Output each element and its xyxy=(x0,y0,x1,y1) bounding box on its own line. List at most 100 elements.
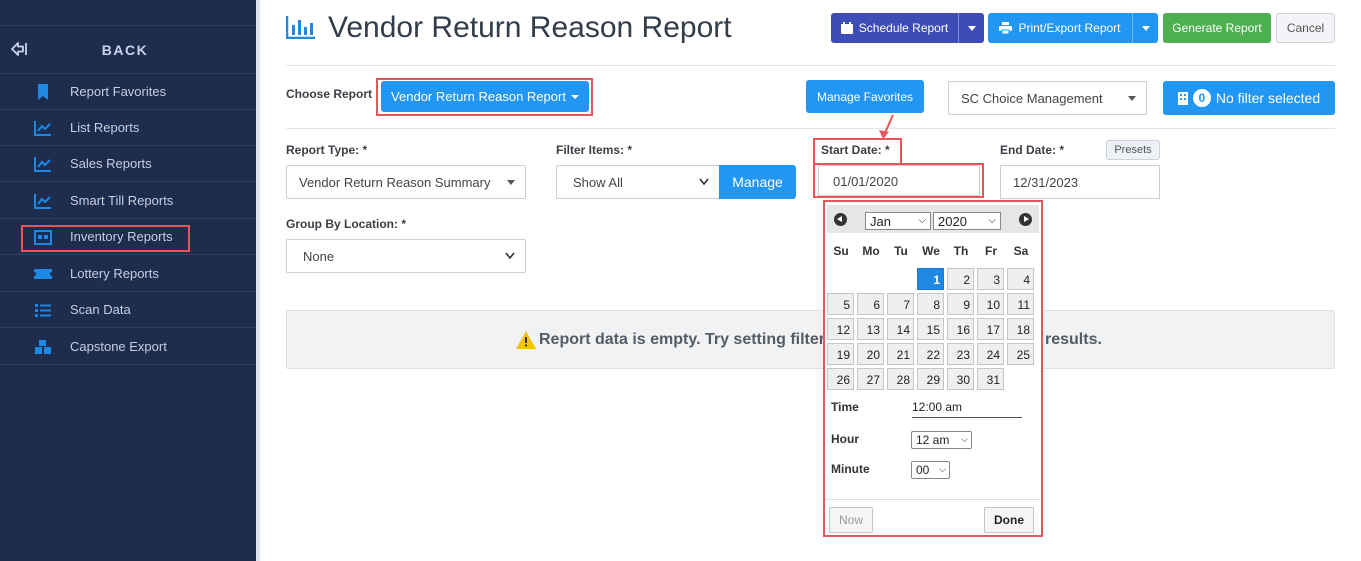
line-chart-icon xyxy=(34,121,51,136)
chevron-down-icon: ⌵ xyxy=(918,215,926,226)
print-export-label: Print/Export Report xyxy=(1018,21,1121,35)
ticket-icon xyxy=(34,269,52,279)
filter-count-badge: 0 xyxy=(1192,89,1211,107)
minute-select[interactable]: 00 ⌵ xyxy=(911,461,950,479)
line-chart-icon xyxy=(34,157,51,172)
calendar-day[interactable]: 27 xyxy=(857,368,884,390)
chevron-down-icon xyxy=(1141,25,1150,31)
calendar-day[interactable]: 6 xyxy=(857,293,884,315)
calendar-day[interactable]: 29 xyxy=(917,368,944,390)
calendar-day[interactable]: 16 xyxy=(947,318,974,340)
sidebar-item-list-reports[interactable]: List Reports xyxy=(0,110,256,146)
manage-favorites-label: Manage Favorites xyxy=(816,89,914,104)
sidebar-item-lottery-reports[interactable]: Lottery Reports xyxy=(0,256,256,292)
divider xyxy=(825,499,1041,500)
calendar-day[interactable]: 11 xyxy=(1007,293,1034,315)
sidebar-item-report-favorites[interactable]: Report Favorites xyxy=(0,74,256,110)
calendar-day[interactable]: 12 xyxy=(827,318,854,340)
calendar-day[interactable]: 21 xyxy=(887,343,914,365)
cancel-button[interactable]: Cancel xyxy=(1276,13,1335,43)
generate-report-button[interactable]: Generate Report xyxy=(1163,13,1271,43)
calendar-day[interactable]: 23 xyxy=(947,343,974,365)
divider xyxy=(286,65,1335,66)
calendar-day[interactable]: 8 xyxy=(917,293,944,315)
building-icon xyxy=(1177,91,1188,105)
cancel-label: Cancel xyxy=(1286,21,1325,35)
sidebar-item-scan-data[interactable]: Scan Data xyxy=(0,292,256,328)
sidebar-item-capstone-export[interactable]: Capstone Export xyxy=(0,329,256,365)
bar-chart-icon xyxy=(286,16,315,39)
minute-label: Minute xyxy=(831,462,870,476)
manage-filter-label: Manage xyxy=(732,174,783,190)
sidebar-top xyxy=(0,0,256,26)
calendar-day[interactable]: 14 xyxy=(887,318,914,340)
calendar-day[interactable]: 24 xyxy=(977,343,1004,365)
schedule-report-button[interactable]: Schedule Report xyxy=(831,13,984,43)
calendar-day[interactable]: 5 xyxy=(827,293,854,315)
end-date-input[interactable]: 12/31/2023 xyxy=(1000,165,1160,199)
calendar-day[interactable]: 9 xyxy=(947,293,974,315)
filter-items-select[interactable]: Show All xyxy=(556,165,720,199)
time-label: Time xyxy=(831,400,859,414)
calendar-day[interactable]: 30 xyxy=(947,368,974,390)
calendar-day[interactable]: 26 xyxy=(827,368,854,390)
manage-favorites-button[interactable]: Manage Favorites xyxy=(806,80,924,113)
sidebar-item-smart-till-reports[interactable]: Smart Till Reports xyxy=(0,183,256,219)
calendar-day[interactable]: 2 xyxy=(947,268,974,290)
month-value: Jan xyxy=(870,214,891,229)
company-select[interactable]: SC Choice Management xyxy=(948,81,1147,115)
report-type-value: Vendor Return Reason Summary xyxy=(299,175,491,190)
calendar-day[interactable]: 10 xyxy=(977,293,1004,315)
filter-status-button[interactable]: 0 No filter selected xyxy=(1163,81,1335,115)
sidebar-item-label: Sales Reports xyxy=(70,156,152,171)
group-by-select[interactable]: None xyxy=(286,239,526,273)
calendar-day-selected[interactable]: 1 xyxy=(917,268,944,290)
calendar-day[interactable]: 25 xyxy=(1007,343,1034,365)
weekday-header: Mo xyxy=(862,244,880,258)
year-select[interactable]: 2020 ⌵ xyxy=(933,212,1001,230)
print-export-button[interactable]: Print/Export Report xyxy=(988,13,1158,43)
report-type-select[interactable]: Vendor Return Reason Summary xyxy=(286,165,526,199)
sidebar-item-sales-reports[interactable]: Sales Reports xyxy=(0,146,256,182)
chevron-down-icon xyxy=(699,178,709,186)
list-icon xyxy=(35,304,51,317)
minute-value: 00 xyxy=(916,463,930,477)
generate-report-label: Generate Report xyxy=(1172,21,1262,35)
calendar-day[interactable]: 7 xyxy=(887,293,914,315)
calendar-day[interactable]: 4 xyxy=(1007,268,1034,290)
calendar-day[interactable]: 15 xyxy=(917,318,944,340)
month-select[interactable]: Jan ⌵ xyxy=(865,212,931,230)
calendar-day[interactable]: 3 xyxy=(977,268,1004,290)
calendar-day[interactable]: 18 xyxy=(1007,318,1034,340)
sidebar-item-label: Lottery Reports xyxy=(70,266,159,281)
now-button[interactable]: Now xyxy=(829,507,873,533)
end-date-label: End Date: * xyxy=(1000,143,1065,157)
prev-month-icon[interactable] xyxy=(834,213,847,226)
weekday-header: Tu xyxy=(894,244,908,258)
calendar-day[interactable]: 13 xyxy=(857,318,884,340)
sidebar-item-label: Scan Data xyxy=(70,302,131,317)
calendar-day[interactable]: 20 xyxy=(857,343,884,365)
line-chart-icon xyxy=(34,194,51,209)
end-date-value: 12/31/2023 xyxy=(1013,175,1079,190)
done-label: Done xyxy=(994,513,1024,527)
manage-filter-button[interactable]: Manage xyxy=(719,165,796,199)
schedule-dropdown-toggle[interactable] xyxy=(958,13,984,43)
next-month-icon[interactable] xyxy=(1019,213,1032,226)
print-dropdown-toggle[interactable] xyxy=(1132,13,1158,43)
calendar-day[interactable]: 19 xyxy=(827,343,854,365)
presets-button[interactable]: Presets xyxy=(1106,140,1160,160)
sidebar-item-label: List Reports xyxy=(70,120,140,135)
report-type-label: Report Type: * xyxy=(286,143,368,157)
calendar-day[interactable]: 22 xyxy=(917,343,944,365)
group-by-label: Group By Location: * xyxy=(286,217,406,231)
calendar-day[interactable]: 31 xyxy=(977,368,1004,390)
calendar-day[interactable]: 28 xyxy=(887,368,914,390)
hour-select[interactable]: 12 am ⌵ xyxy=(911,431,972,449)
back-button[interactable]: BACK xyxy=(0,28,256,74)
empty-message-text-end: results. xyxy=(1045,331,1102,348)
calendar-day[interactable]: 17 xyxy=(977,318,1004,340)
chevron-down-icon xyxy=(1128,96,1136,101)
chevron-down-icon xyxy=(505,252,515,260)
done-button[interactable]: Done xyxy=(984,507,1034,533)
